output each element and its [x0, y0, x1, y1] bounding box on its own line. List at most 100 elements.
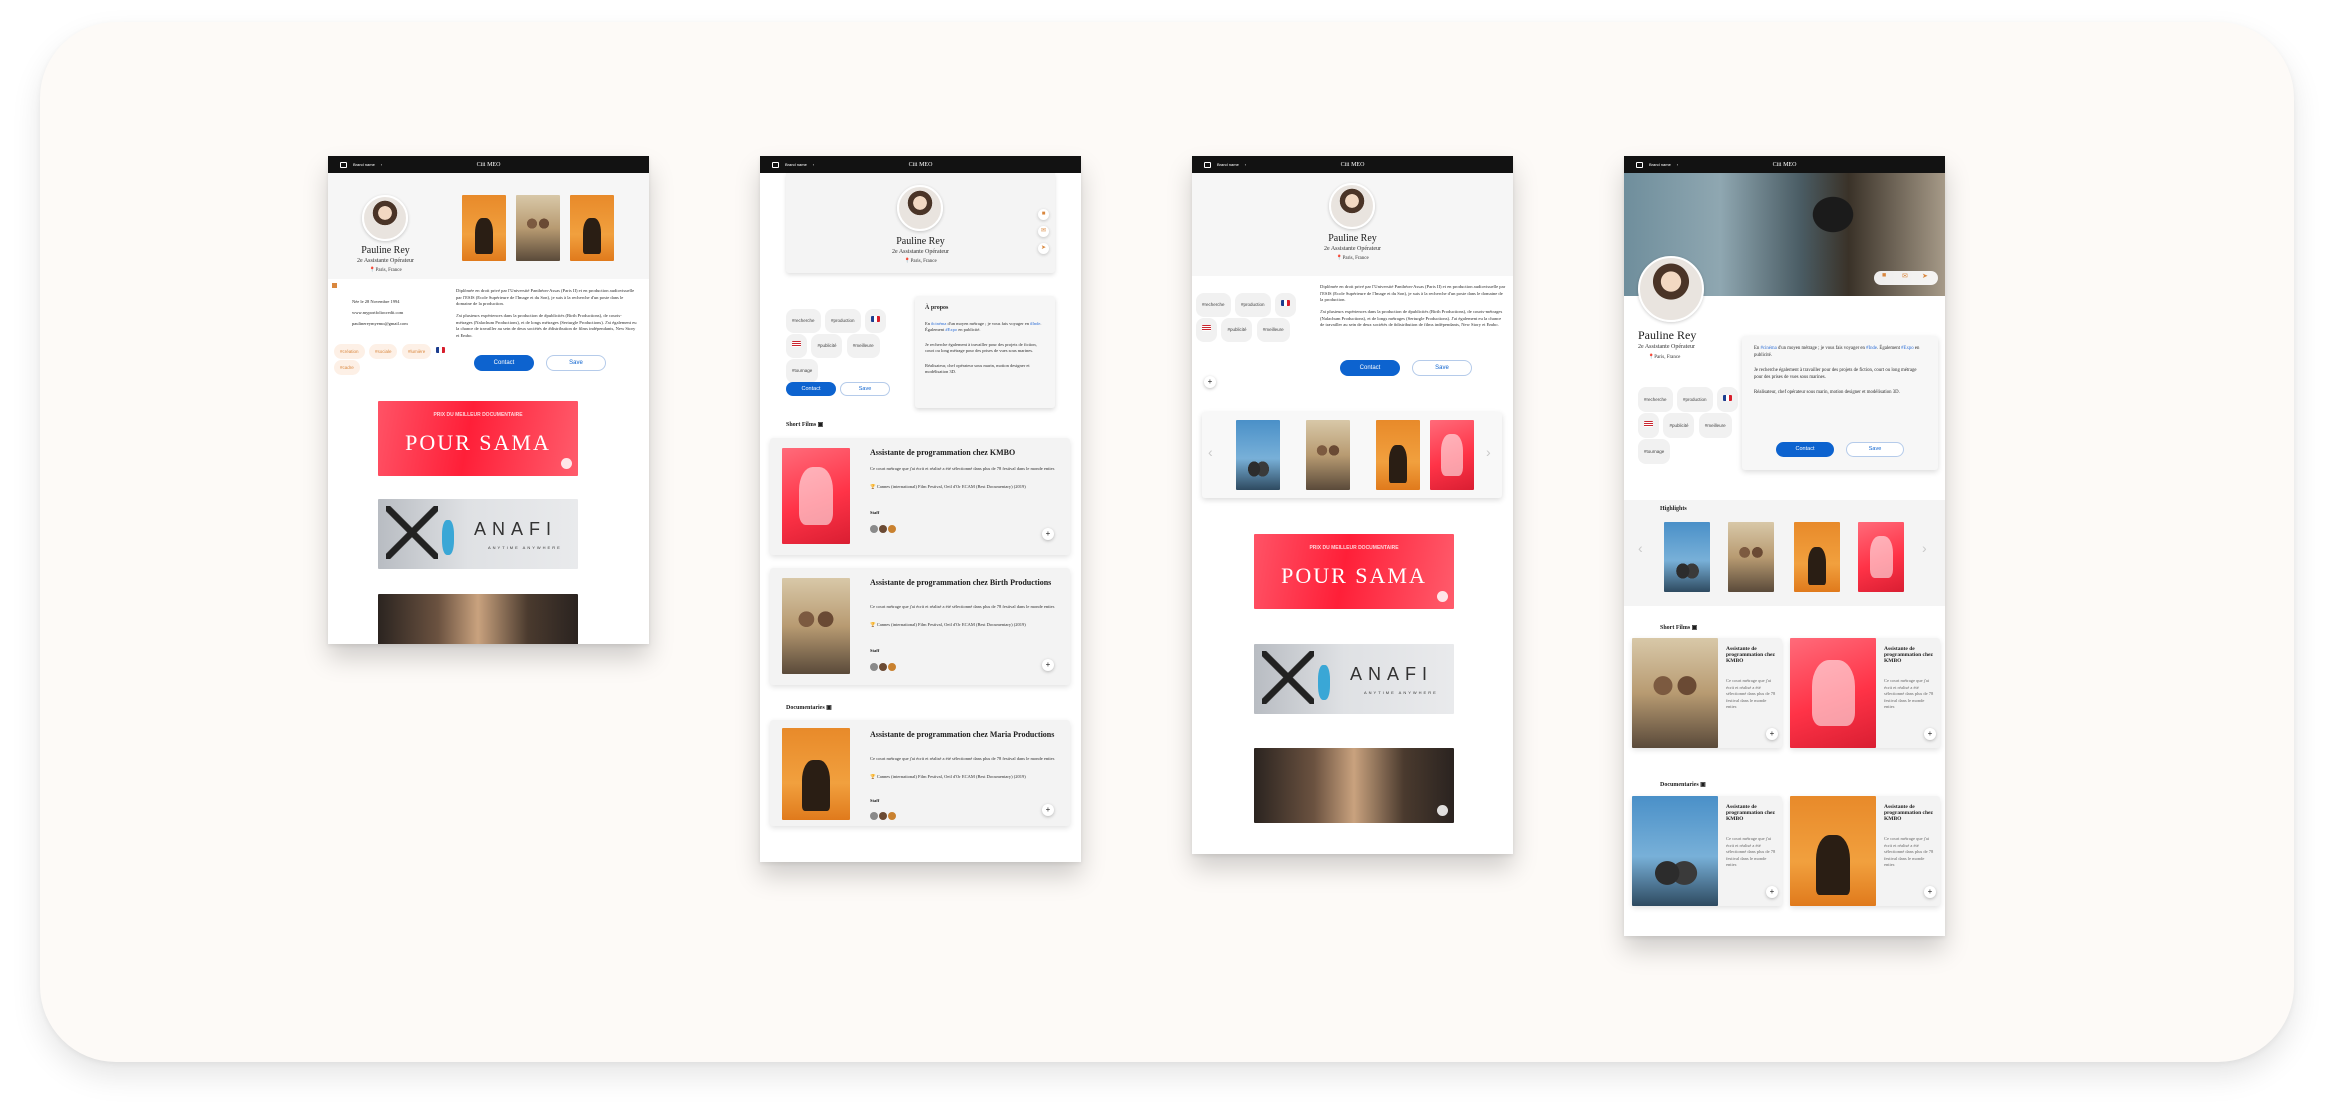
tag[interactable]: #recherche — [1196, 293, 1231, 317]
poster-marseille[interactable] — [1728, 522, 1774, 592]
add-button[interactable]: + — [1204, 376, 1216, 388]
bookmark-icon[interactable]: ■ — [1038, 209, 1049, 220]
film-title: Assistante de programmation chez Maria P… — [870, 730, 1055, 739]
tag[interactable]: #tournage — [1638, 439, 1671, 464]
tag[interactable]: #production — [824, 309, 861, 333]
play-icon[interactable] — [561, 457, 572, 469]
add-button[interactable]: + — [1924, 728, 1936, 740]
staff-avatars[interactable] — [870, 520, 897, 538]
contact-button[interactable]: Contact — [1340, 360, 1400, 376]
banner-video[interactable] — [378, 594, 578, 644]
film-card[interactable]: Assistante de programmation chez KMBO Ce… — [770, 438, 1070, 555]
tag[interactable]: #cadre — [334, 360, 360, 375]
poster-inception[interactable] — [462, 195, 506, 261]
add-button[interactable]: + — [1766, 728, 1778, 740]
section-highlights: Highlights — [1660, 506, 1687, 512]
poster-pour-sama[interactable] — [1430, 420, 1474, 490]
save-button[interactable]: Save — [1412, 360, 1472, 376]
tag[interactable]: #recherche — [1638, 387, 1673, 412]
poster-inception-2[interactable] — [570, 195, 614, 261]
add-button[interactable]: + — [1042, 804, 1054, 816]
banner-anafi[interactable]: ANAFI ANYTIME ANYWHERE — [1254, 644, 1454, 714]
nav-back-button[interactable]: Brand name › — [772, 161, 814, 168]
language-fr[interactable] — [1716, 387, 1738, 412]
film-card[interactable]: Assistante de programmation chez KMBO Ce… — [1632, 638, 1782, 748]
tag[interactable]: #meilleure — [1256, 318, 1290, 342]
film-award: 🏆 Cannes (international) Film Festival, … — [870, 484, 1026, 489]
banner-anafi[interactable]: ANAFI ANYTIME ANYWHERE — [378, 499, 578, 569]
contact-button[interactable]: Contact — [1776, 442, 1834, 457]
poster-marseille[interactable] — [1306, 420, 1350, 490]
clapper-icon: ▣ — [1691, 625, 1698, 631]
contact-button[interactable]: Contact — [474, 355, 534, 371]
staff-avatars[interactable] — [870, 658, 897, 676]
tag[interactable]: #meilleure — [846, 334, 880, 358]
poster-pour-sama[interactable] — [1858, 522, 1904, 592]
banner-pour-sama[interactable]: PRIX DU MEILLEUR DOCUMENTAIRE POUR SAMA — [1254, 534, 1454, 609]
section-documentaries: Documentaries ▣ — [1660, 782, 1706, 788]
tag[interactable]: #lumière — [401, 344, 432, 359]
tag[interactable]: #meilleure — [1698, 413, 1732, 438]
tag[interactable]: #création — [334, 344, 365, 359]
tag[interactable]: #sociale — [368, 344, 398, 359]
section-documentaries: Documentaries ▣ — [786, 705, 832, 711]
tag[interactable]: #production — [1676, 387, 1713, 412]
profile-location: 📍Paris, France — [369, 268, 402, 273]
bookmark-icon[interactable] — [332, 283, 337, 288]
poster-deux-moi[interactable] — [1664, 522, 1710, 592]
email-link[interactable]: paulinereymyemo@gmail.com — [352, 318, 432, 329]
add-button[interactable]: + — [1924, 886, 1936, 898]
poster-inception[interactable] — [1376, 420, 1420, 490]
add-button[interactable]: + — [1042, 659, 1054, 671]
tag[interactable]: #tournage — [786, 359, 819, 383]
tag[interactable]: #recherche — [786, 309, 821, 333]
send-icon[interactable]: ➤ — [1038, 243, 1049, 254]
nav-back-button[interactable]: Brand name › — [1204, 161, 1246, 168]
tag[interactable]: #production — [1234, 293, 1271, 317]
film-card[interactable]: Assistante de programmation chez Birth P… — [770, 568, 1070, 685]
nav-back-button[interactable]: Brand name › — [1636, 161, 1678, 168]
poster-marseille[interactable] — [516, 195, 560, 261]
tag[interactable]: #publicité — [811, 334, 843, 358]
chevron-left-icon[interactable]: ‹ — [1638, 540, 1643, 556]
play-icon[interactable] — [1437, 590, 1448, 602]
poster-inception[interactable] — [1794, 522, 1840, 592]
staff-avatars[interactable] — [870, 807, 897, 825]
tag-list: #recherche #production #publicité #meill… — [786, 308, 906, 383]
tag-list: #création #sociale #lumière #cadre — [334, 343, 446, 375]
save-button[interactable]: Save — [546, 355, 606, 371]
film-card[interactable]: Assistante de programmation chez KMBO Ce… — [1790, 796, 1940, 906]
film-card[interactable]: Assistante de programmation chez Maria P… — [770, 720, 1070, 826]
add-button[interactable]: + — [1042, 528, 1054, 540]
save-button[interactable]: Save — [840, 382, 890, 396]
poster-deux-moi[interactable] — [1236, 420, 1280, 490]
film-card[interactable]: Assistante de programmation chez KMBO Ce… — [1790, 638, 1940, 748]
trophy-icon: 🏆 — [870, 622, 876, 627]
add-button[interactable]: + — [1766, 886, 1778, 898]
film-title: Assistante de programmation chez Birth P… — [870, 578, 1052, 587]
tag[interactable]: #publicité — [1221, 318, 1253, 342]
profile-role: 2e Assistante Opérateur — [1324, 246, 1381, 252]
banner-pour-sama[interactable]: PRIX DU MEILLEUR DOCUMENTAIRE POUR SAMA — [378, 401, 578, 476]
chevron-right-icon[interactable]: › — [1486, 444, 1491, 460]
film-title: Assistante de programmation chez KMBO — [1884, 804, 1933, 822]
film-card[interactable]: Assistante de programmation chez KMBO Ce… — [1632, 796, 1782, 906]
mail-icon[interactable]: ✉ — [1902, 272, 1908, 280]
language-us[interactable] — [1196, 318, 1217, 342]
contact-button[interactable]: Contact — [786, 382, 836, 396]
banner-video[interactable] — [1254, 748, 1454, 823]
language-fr[interactable] — [864, 309, 886, 333]
website-link[interactable]: www.myportfoliocredit.com — [352, 307, 432, 318]
chevron-left-icon[interactable]: ‹ — [1208, 444, 1213, 460]
language-fr[interactable] — [1274, 293, 1296, 317]
language-us[interactable] — [1638, 413, 1659, 438]
mail-icon[interactable]: ✉ — [1038, 226, 1049, 237]
chevron-right-icon[interactable]: › — [1922, 540, 1927, 556]
play-icon[interactable] — [1437, 804, 1448, 816]
send-icon[interactable]: ➤ — [1922, 272, 1928, 280]
nav-back-button[interactable]: Brand name › — [340, 161, 382, 168]
bookmark-icon[interactable]: ■ — [1882, 272, 1886, 279]
tag[interactable]: #publicité — [1663, 413, 1695, 438]
language-us[interactable] — [786, 334, 807, 358]
save-button[interactable]: Save — [1846, 442, 1904, 457]
